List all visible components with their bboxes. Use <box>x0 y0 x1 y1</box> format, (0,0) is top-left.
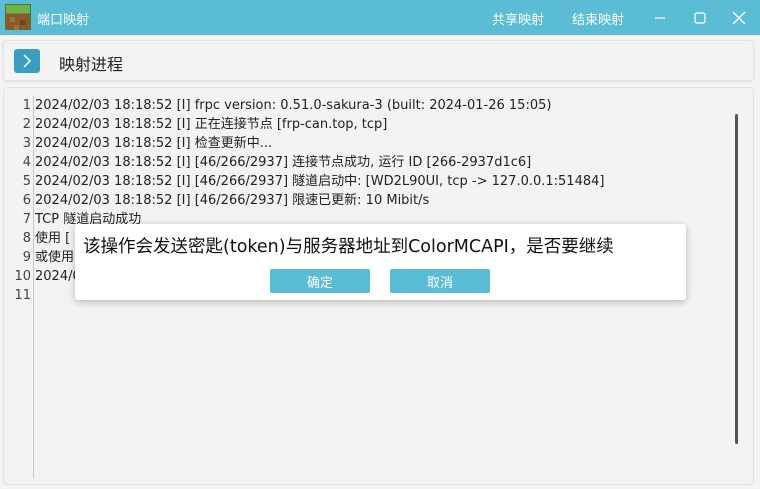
window-title: 端口映射 <box>37 13 90 28</box>
log-line: 2024/02/03 18:18:52 [I] [46/266/2937] 隧道… <box>35 174 605 189</box>
line-number: 2 <box>22 117 31 132</box>
line-number: 6 <box>22 193 31 208</box>
line-number: 1 <box>22 98 31 113</box>
close-button[interactable] <box>723 0 755 35</box>
close-icon <box>732 11 746 24</box>
log-line: 2024/02/03 18:18:52 [I] 正在连接节点 [frp-can.… <box>35 117 388 132</box>
log-line: 2024/02/03 18:18:52 [I] 检查更新中... <box>35 136 273 151</box>
log-line: 2024/02/03 18:18:52 [I] [46/266/2937] 限速… <box>35 193 430 208</box>
line-number: 10 <box>14 269 31 284</box>
grass-block-app-icon <box>5 4 31 30</box>
line-number: 4 <box>22 155 31 170</box>
title-bar: 端口映射 共享映射 结束映射 <box>0 0 760 35</box>
dialog-message: 该操作会发送密匙(token)与服务器地址到ColorMCAPI，是否要继续 <box>83 237 614 257</box>
maximize-icon <box>694 11 706 24</box>
line-number: 3 <box>22 136 31 151</box>
line-number: 7 <box>22 212 31 227</box>
vertical-scrollbar[interactable] <box>735 114 738 444</box>
share-mapping-button[interactable]: 共享映射 <box>492 9 544 28</box>
line-number: 9 <box>22 250 31 265</box>
chevron-right-icon <box>23 54 32 68</box>
log-line: 2024/02/03 18:18:52 [I] [46/266/2937] 连接… <box>35 155 532 170</box>
line-number: 11 <box>14 288 31 303</box>
line-number: 8 <box>22 231 31 246</box>
log-line: 2024/02/03 18:18:52 [I] frpc version: 0.… <box>35 98 552 113</box>
minimize-icon <box>655 16 665 19</box>
cancel-button[interactable]: 取消 <box>390 269 490 293</box>
confirm-button[interactable]: 确定 <box>270 269 370 293</box>
stop-mapping-button[interactable]: 结束映射 <box>572 9 624 28</box>
mapping-process-header: 映射进程 <box>3 40 754 81</box>
expand-button[interactable] <box>14 49 40 73</box>
minimize-button[interactable] <box>644 0 676 35</box>
line-number: 5 <box>22 174 31 189</box>
line-number-gutter: 1 2 3 4 5 6 7 8 9 10 11 <box>10 96 34 478</box>
port-mapping-window: 端口映射 共享映射 结束映射 映射进程 1 2 3 4 5 6 7 8 9 10 <box>0 0 760 489</box>
maximize-button[interactable] <box>684 0 716 35</box>
section-title: 映射进程 <box>59 55 124 74</box>
confirm-dialog: 该操作会发送密匙(token)与服务器地址到ColorMCAPI，是否要继续 确… <box>75 224 686 300</box>
